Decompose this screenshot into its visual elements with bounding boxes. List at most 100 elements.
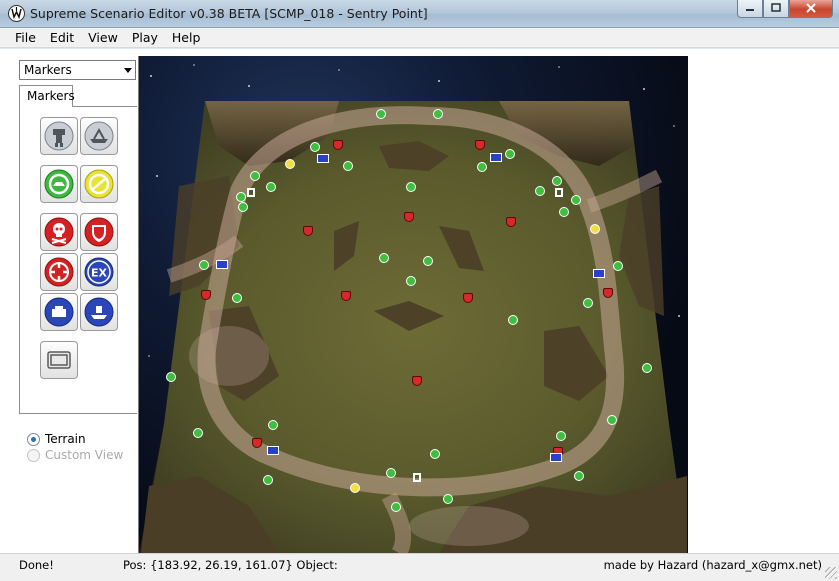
mass-marker-icon[interactable] xyxy=(583,298,593,308)
mass-marker-icon[interactable] xyxy=(505,149,515,159)
defense-marker-icon[interactable] xyxy=(463,293,473,303)
mass-marker-icon[interactable] xyxy=(199,260,209,270)
app-logo-icon xyxy=(8,5,25,22)
defense-marker-icon[interactable] xyxy=(404,212,414,222)
resize-grip-icon[interactable] xyxy=(825,567,837,579)
mass-marker-icon[interactable] xyxy=(433,109,443,119)
menu-edit[interactable]: Edit xyxy=(43,28,81,48)
mass-marker-icon[interactable] xyxy=(430,449,440,459)
mass-marker-icon[interactable] xyxy=(477,162,487,172)
close-button[interactable] xyxy=(789,0,833,18)
mass-marker-icon[interactable] xyxy=(343,161,353,171)
mass-marker-icon[interactable] xyxy=(263,475,273,485)
naval-unit-marker-button[interactable] xyxy=(80,117,118,155)
expansion-marker-button[interactable]: EX xyxy=(80,253,118,291)
dropdown-value: Markers xyxy=(24,63,72,77)
status-bar: Done! Pos: {183.92, 26.19, 161.07} Objec… xyxy=(0,553,839,581)
radio-selected-icon xyxy=(27,432,40,446)
naval-area-marker-button[interactable] xyxy=(40,293,78,331)
camera-info-marker-button[interactable] xyxy=(40,341,78,379)
mass-marker-icon[interactable] xyxy=(607,415,617,425)
defense-point-marker-button[interactable] xyxy=(40,213,78,251)
army-marker-icon[interactable] xyxy=(247,188,255,197)
defense-marker-icon[interactable] xyxy=(506,217,516,227)
rally-point-marker-icon xyxy=(44,257,74,287)
army-marker-icon[interactable] xyxy=(555,188,563,197)
minimize-button[interactable] xyxy=(737,0,763,18)
defense-marker-icon[interactable] xyxy=(252,438,262,448)
defense-marker-icon[interactable] xyxy=(333,140,343,150)
map-3d-viewport[interactable] xyxy=(138,56,688,553)
menu-play[interactable]: Play xyxy=(125,28,165,48)
mass-marker-icon[interactable] xyxy=(379,253,389,263)
menu-help[interactable]: Help xyxy=(165,28,208,48)
defense-marker-icon[interactable] xyxy=(412,376,422,386)
rally-point-marker-button[interactable] xyxy=(40,253,78,291)
hydro-marker-icon[interactable] xyxy=(285,159,295,169)
hydro-resource-marker-button[interactable] xyxy=(80,165,118,203)
mass-marker-icon[interactable] xyxy=(571,195,581,205)
mass-marker-icon[interactable] xyxy=(193,428,203,438)
defense-marker-icon[interactable] xyxy=(201,290,211,300)
menu-view[interactable]: View xyxy=(81,28,125,48)
mass-marker-icon[interactable] xyxy=(642,363,652,373)
custom-view-label: Custom View xyxy=(45,448,124,462)
menu-file[interactable]: File xyxy=(8,28,43,48)
close-icon xyxy=(805,2,817,16)
status-credit: made by Hazard (hazard_x@gmx.net) xyxy=(603,558,822,572)
mass-marker-icon[interactable] xyxy=(376,109,386,119)
expansion-marker-icon[interactable] xyxy=(490,153,502,162)
naval-defense-marker-button[interactable] xyxy=(80,293,118,331)
terrain-label: Terrain xyxy=(45,432,86,446)
expansion-marker-icon[interactable] xyxy=(267,446,279,455)
shield-marker-button[interactable] xyxy=(80,213,118,251)
view-mode-terrain[interactable]: Terrain xyxy=(27,432,86,446)
mass-marker-icon[interactable] xyxy=(268,420,278,430)
mass-marker-icon[interactable] xyxy=(423,256,433,266)
army-marker-icon[interactable] xyxy=(413,473,421,482)
mass-marker-icon[interactable] xyxy=(552,176,562,186)
tab-markers[interactable]: Markers xyxy=(19,85,75,107)
shield-marker-icon xyxy=(84,217,114,247)
expansion-marker-icon[interactable] xyxy=(550,453,562,462)
expansion-marker-icon[interactable] xyxy=(593,269,605,278)
mass-marker-icon[interactable] xyxy=(406,182,416,192)
mass-marker-icon[interactable] xyxy=(613,261,623,271)
maximize-button[interactable] xyxy=(763,0,789,18)
mass-marker-icon[interactable] xyxy=(406,276,416,286)
tool-mode-dropdown[interactable]: Markers xyxy=(19,60,136,80)
mass-marker-icon[interactable] xyxy=(391,502,401,512)
defense-marker-icon[interactable] xyxy=(475,140,485,150)
hydro-marker-icon[interactable] xyxy=(590,224,600,234)
naval-area-marker-icon xyxy=(44,297,74,327)
defense-marker-icon[interactable] xyxy=(341,291,351,301)
mass-resource-marker-button[interactable] xyxy=(40,165,78,203)
expansion-marker-icon[interactable] xyxy=(216,260,228,269)
mass-marker-icon[interactable] xyxy=(508,315,518,325)
mass-marker-icon[interactable] xyxy=(535,186,545,196)
mass-marker-icon[interactable] xyxy=(232,293,242,303)
mass-marker-icon[interactable] xyxy=(236,192,246,202)
camera-info-marker-icon xyxy=(47,351,71,369)
mass-marker-icon[interactable] xyxy=(310,142,320,152)
defense-marker-icon[interactable] xyxy=(303,226,313,236)
mass-marker-icon[interactable] xyxy=(386,468,396,478)
land-unit-marker-button[interactable] xyxy=(40,117,78,155)
chevron-down-icon xyxy=(124,68,132,73)
mass-marker-icon[interactable] xyxy=(574,471,584,481)
window-controls xyxy=(737,0,833,18)
tab-markers-label: Markers xyxy=(27,89,75,103)
mass-marker-icon[interactable] xyxy=(250,171,260,181)
minimize-icon xyxy=(745,2,755,16)
mass-marker-icon[interactable] xyxy=(238,202,248,212)
hydro-marker-icon[interactable] xyxy=(350,483,360,493)
mass-marker-icon[interactable] xyxy=(266,182,276,192)
expansion-marker-icon[interactable] xyxy=(317,154,329,163)
mass-marker-icon[interactable] xyxy=(443,494,453,504)
mass-marker-icon[interactable] xyxy=(166,372,176,382)
mass-marker-icon[interactable] xyxy=(556,431,566,441)
defense-marker-icon[interactable] xyxy=(603,288,613,298)
mass-marker-icon[interactable] xyxy=(559,207,569,217)
markers-tab-panel xyxy=(19,106,137,414)
land-unit-marker-icon xyxy=(44,121,74,151)
